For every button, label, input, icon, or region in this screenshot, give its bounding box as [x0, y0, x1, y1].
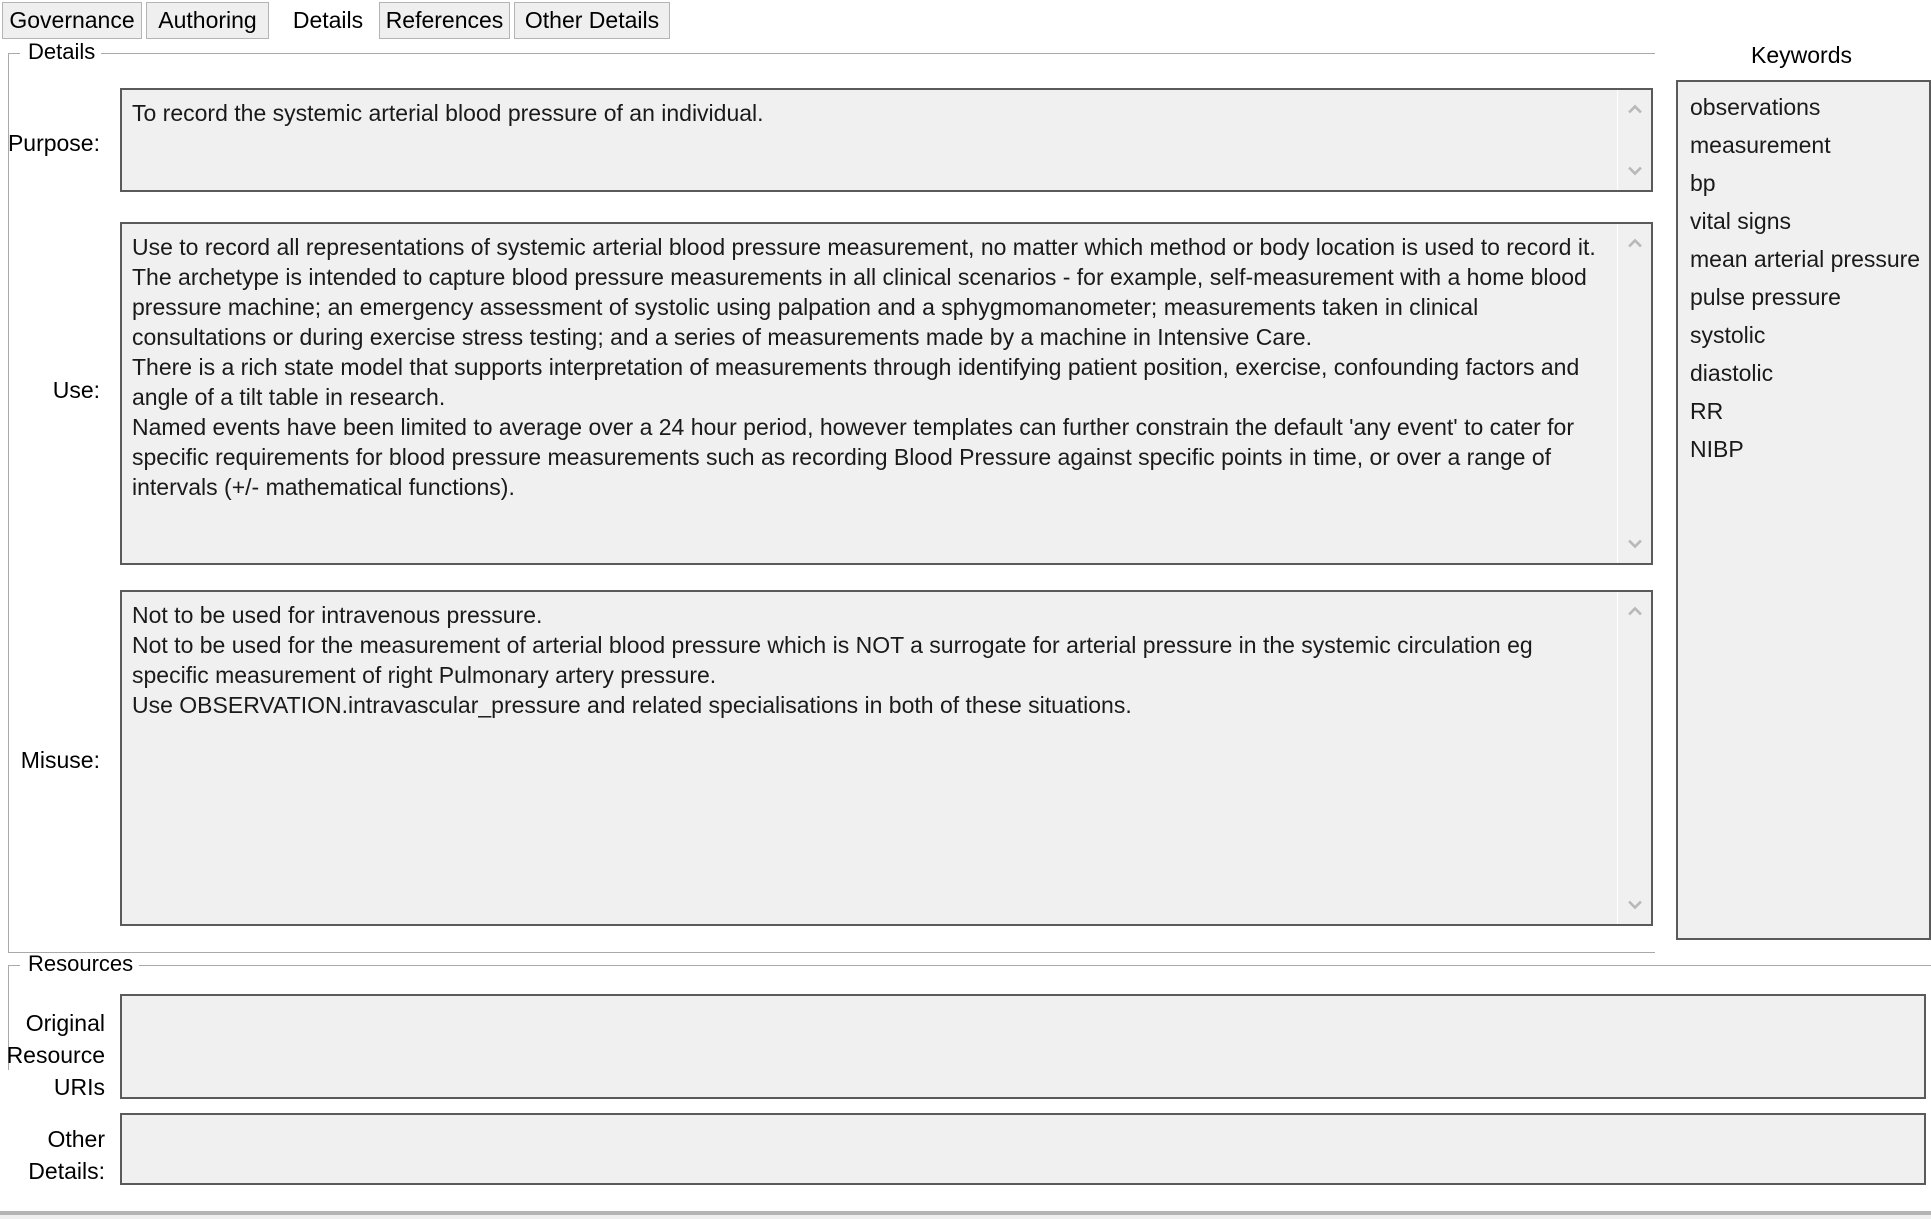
tab-authoring[interactable]: Authoring	[146, 2, 269, 39]
details-groupbox-top-right	[100, 53, 1655, 54]
use-textarea-value[interactable]: Use to record all representations of sys…	[122, 224, 1617, 563]
list-item[interactable]: NIBP	[1678, 430, 1929, 468]
archetype-details-window: Governance Authoring Details References …	[0, 0, 1931, 1219]
purpose-scrollbar[interactable]	[1617, 90, 1651, 190]
chevron-up-icon[interactable]	[1618, 596, 1651, 626]
tab-details[interactable]: Details	[286, 0, 370, 41]
purpose-textarea[interactable]: To record the systemic arterial blood pr…	[120, 88, 1653, 192]
misuse-scrollbar[interactable]	[1617, 592, 1651, 924]
other-details-field[interactable]	[120, 1113, 1926, 1185]
original-resource-uris-field[interactable]	[120, 994, 1926, 1099]
list-item[interactable]: diastolic	[1678, 354, 1929, 392]
misuse-textarea[interactable]: Not to be used for intravenous pressure.…	[120, 590, 1653, 926]
other-details-label: Other Details:	[28, 1126, 105, 1184]
purpose-textarea-value[interactable]: To record the systemic arterial blood pr…	[122, 90, 1617, 190]
list-item[interactable]: measurement	[1678, 126, 1929, 164]
chevron-down-icon[interactable]	[1618, 156, 1651, 186]
misuse-label: Misuse:	[20, 747, 100, 773]
keywords-listbox[interactable]: observations measurement bp vital signs …	[1676, 80, 1931, 940]
list-item[interactable]: bp	[1678, 164, 1929, 202]
tab-references[interactable]: References	[379, 2, 510, 39]
list-item[interactable]: mean arterial pressure	[1678, 240, 1929, 278]
resources-groupbox-top-right	[130, 965, 1931, 966]
resources-groupbox-top-left	[8, 965, 20, 966]
original-resource-uris-value[interactable]	[122, 996, 1924, 1097]
list-item[interactable]: systolic	[1678, 316, 1929, 354]
list-item[interactable]: observations	[1678, 88, 1929, 126]
purpose-label: Purpose:	[7, 130, 100, 156]
original-resource-uris-label: Original Resource URIs	[6, 1010, 105, 1100]
use-scrollbar[interactable]	[1617, 224, 1651, 563]
list-item[interactable]: RR	[1678, 392, 1929, 430]
details-groupbox-title: Details	[22, 41, 102, 63]
chevron-up-icon[interactable]	[1618, 94, 1651, 124]
use-textarea[interactable]: Use to record all representations of sys…	[120, 222, 1653, 565]
keywords-title: Keywords	[1751, 42, 1852, 68]
tab-other-details[interactable]: Other Details	[514, 2, 670, 39]
use-label: Use:	[52, 377, 100, 403]
chevron-down-icon[interactable]	[1618, 529, 1651, 559]
tab-strip: Governance Authoring Details References …	[0, 0, 1931, 41]
tab-governance[interactable]: Governance	[2, 2, 142, 39]
misuse-textarea-value[interactable]: Not to be used for intravenous pressure.…	[122, 592, 1617, 924]
list-item[interactable]: vital signs	[1678, 202, 1929, 240]
other-details-value[interactable]	[122, 1115, 1924, 1183]
chevron-up-icon[interactable]	[1618, 228, 1651, 258]
details-groupbox-top-left	[8, 53, 20, 54]
chevron-down-icon[interactable]	[1618, 890, 1651, 920]
list-item[interactable]: pulse pressure	[1678, 278, 1929, 316]
window-bottom-filler	[0, 1215, 1931, 1219]
resources-groupbox-title: Resources	[22, 953, 140, 975]
